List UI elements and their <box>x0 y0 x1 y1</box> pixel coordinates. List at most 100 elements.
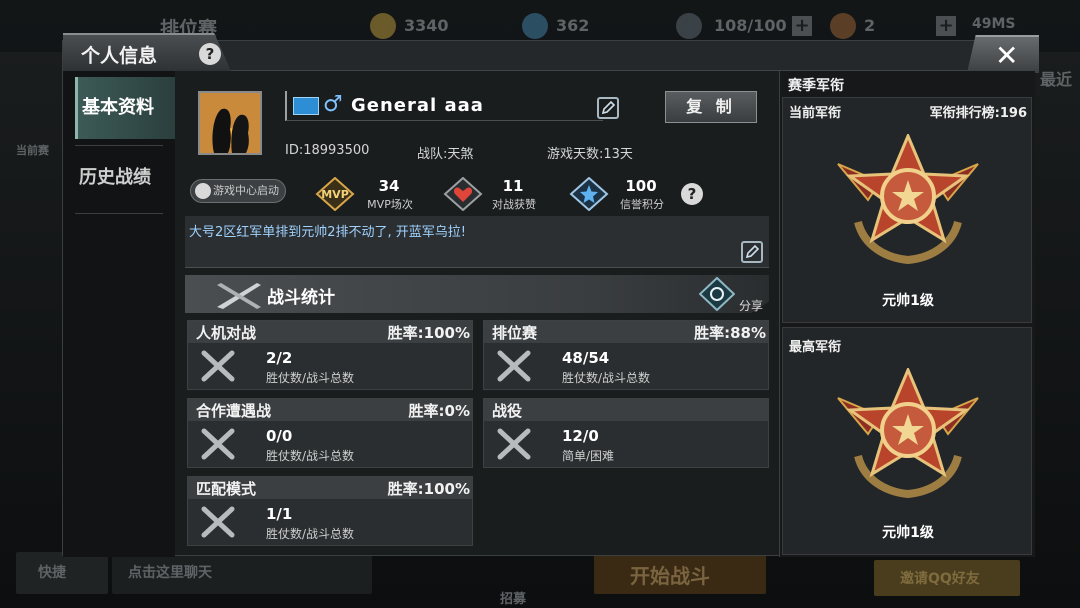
game-center-label: 游戏中心启动 <box>213 184 279 197</box>
marshal-medal-icon[interactable] <box>828 368 988 498</box>
combat-stats-title: 战斗统计 <box>267 288 335 308</box>
current-rank-label: 当前军衔 <box>789 106 842 121</box>
card-win-rate: 胜率:88% <box>694 324 766 342</box>
nav-item-history[interactable]: 历史战绩 <box>75 147 175 209</box>
highest-rank-box: 最高军衔 元帅1级 <box>782 327 1032 555</box>
nav-divider <box>75 213 163 214</box>
player-id: ID:18993500 <box>285 143 370 158</box>
crossed-swords-icon <box>497 350 531 382</box>
highest-rank-name: 元帅1级 <box>882 525 934 541</box>
nav-item-basic-info[interactable]: 基本资料 <box>75 77 175 139</box>
player-name: General aaa <box>351 95 484 116</box>
stat-card-campaign: 战役 12/0 简单/困难 <box>483 398 769 468</box>
network-latency: 49MS <box>972 16 1016 32</box>
current-rank-box: 当前军衔 军衔排行榜:196 元帅1级 <box>782 97 1032 323</box>
penguin-avatar-icon <box>200 93 260 153</box>
mvp-label: MVP场次 <box>367 198 413 211</box>
stat-card-match: 匹配模式 胜率:100% 1/1 胜仗数/战斗总数 <box>187 476 473 546</box>
card-sub-label: 胜仗数/战斗总数 <box>266 371 355 385</box>
mvp-icon: MVP <box>315 176 355 212</box>
card-sub-label: 胜仗数/战斗总数 <box>266 449 355 463</box>
star-icon <box>569 176 609 212</box>
mvp-count: 34 <box>378 177 400 195</box>
crossed-swords-icon <box>201 350 235 382</box>
share-label[interactable]: 分享 <box>739 297 763 314</box>
card-win-rate: 胜率:100% <box>387 480 470 498</box>
current-rank-name: 元帅1级 <box>882 293 934 309</box>
card-value: 1/1 <box>266 505 293 523</box>
chat-input[interactable]: 点击这里聊天 <box>112 552 372 594</box>
marshal-medal-icon[interactable] <box>828 134 988 264</box>
ticket-icon <box>830 13 856 39</box>
recruit-label[interactable]: 招募 <box>500 588 526 607</box>
left-nav: 基本资料 历史战绩 <box>63 71 175 557</box>
stat-card-coop: 合作遭遇战 胜率:0% 0/0 胜仗数/战斗总数 <box>187 398 473 468</box>
crossed-swords-icon <box>201 506 235 538</box>
edit-signature-icon[interactable] <box>741 241 763 263</box>
name-row: ♂ General aaa <box>285 91 603 121</box>
season-rank-panel: 赛季军衔 当前军衔 军衔排行榜:196 元帅1级 最高军衔 元帅1级 <box>779 71 1035 557</box>
card-sub-label: 胜仗数/战斗总数 <box>562 371 651 385</box>
game-center-launch-button[interactable]: 游戏中心启动 <box>190 179 286 203</box>
bg-left-label: 当前赛 <box>16 144 49 157</box>
diamond-icon <box>522 13 548 39</box>
card-win-rate: 胜率:100% <box>387 324 470 342</box>
rank-leaderboard[interactable]: 军衔排行榜:196 <box>930 102 1027 121</box>
card-value: 2/2 <box>266 349 293 367</box>
crossed-swords-icon <box>497 428 531 460</box>
qq-penguin-icon <box>195 183 211 199</box>
share-icon[interactable] <box>699 277 735 311</box>
profile-modal: 个人信息 ? ✕ 基本资料 历史战绩 ♂ General aaa 复 制 ID:… <box>62 33 1039 557</box>
invite-qq-button[interactable]: 邀请QQ好友 <box>874 560 1020 596</box>
combat-stats-header: 战斗统计 <box>185 275 769 313</box>
close-button[interactable]: ✕ <box>967 35 1039 73</box>
quick-chat-toggle[interactable]: 快捷 <box>16 552 108 594</box>
stat-card-ranked: 排位赛 胜率:88% 48/54 胜仗数/战斗总数 <box>483 320 769 390</box>
signature-box[interactable]: 大号2区红军单排到元帅2排不动了, 开蓝军乌拉! <box>185 216 769 268</box>
likes-label: 对战获赞 <box>492 198 536 211</box>
card-sub-label: 胜仗数/战斗总数 <box>266 527 355 541</box>
stat-card-pve: 人机对战 胜率:100% 2/2 胜仗数/战斗总数 <box>187 320 473 390</box>
male-icon: ♂ <box>323 92 343 117</box>
card-name: 战役 <box>492 402 523 420</box>
avatar[interactable] <box>198 91 262 155</box>
diamond-amount: 362 <box>556 16 590 35</box>
card-value: 12/0 <box>562 427 599 445</box>
play-days: 游戏天数:13天 <box>547 147 633 162</box>
help-icon[interactable]: ? <box>199 43 221 65</box>
card-value: 0/0 <box>266 427 293 445</box>
energy-icon <box>676 13 702 39</box>
reputation-help-icon[interactable]: ? <box>681 183 703 205</box>
reputation-label: 信誉积分 <box>620 198 664 211</box>
modal-title: 个人信息 <box>81 45 158 67</box>
card-win-rate: 胜率:0% <box>408 402 470 420</box>
ticket-amount: 2 <box>864 16 876 35</box>
gold-amount: 3340 <box>404 16 449 35</box>
card-name: 匹配模式 <box>196 480 257 498</box>
card-value: 48/54 <box>562 349 610 367</box>
add-ticket-button[interactable]: + <box>936 16 956 36</box>
rank-panel-title: 赛季军衔 <box>788 78 844 94</box>
region-flag-icon <box>293 97 319 115</box>
edit-name-icon[interactable] <box>597 97 619 119</box>
svg-text:MVP: MVP <box>321 188 349 201</box>
card-sub-label: 简单/困难 <box>562 449 615 463</box>
crossed-swords-icon <box>201 428 235 460</box>
energy-amount: 108/100 <box>714 16 787 35</box>
team-name: 战队:天煞 <box>417 147 474 162</box>
card-name: 合作遭遇战 <box>196 402 272 420</box>
rifles-icon <box>217 283 261 309</box>
highest-rank-label: 最高军衔 <box>789 340 842 355</box>
close-icon: ✕ <box>995 39 1019 72</box>
start-battle-button[interactable]: 开始战斗 <box>594 552 766 594</box>
add-energy-button[interactable]: + <box>792 16 812 36</box>
card-name: 人机对战 <box>196 324 257 342</box>
nav-divider <box>75 145 163 146</box>
heart-icon <box>443 176 483 212</box>
likes-count: 11 <box>502 177 524 195</box>
signature-text: 大号2区红军单排到元帅2排不动了, 开蓝军乌拉! <box>189 225 467 240</box>
gold-coin-icon <box>370 13 396 39</box>
bg-right-label: 最近 <box>1040 70 1073 89</box>
copy-button[interactable]: 复 制 <box>665 91 757 123</box>
reputation-score: 100 <box>625 177 657 195</box>
